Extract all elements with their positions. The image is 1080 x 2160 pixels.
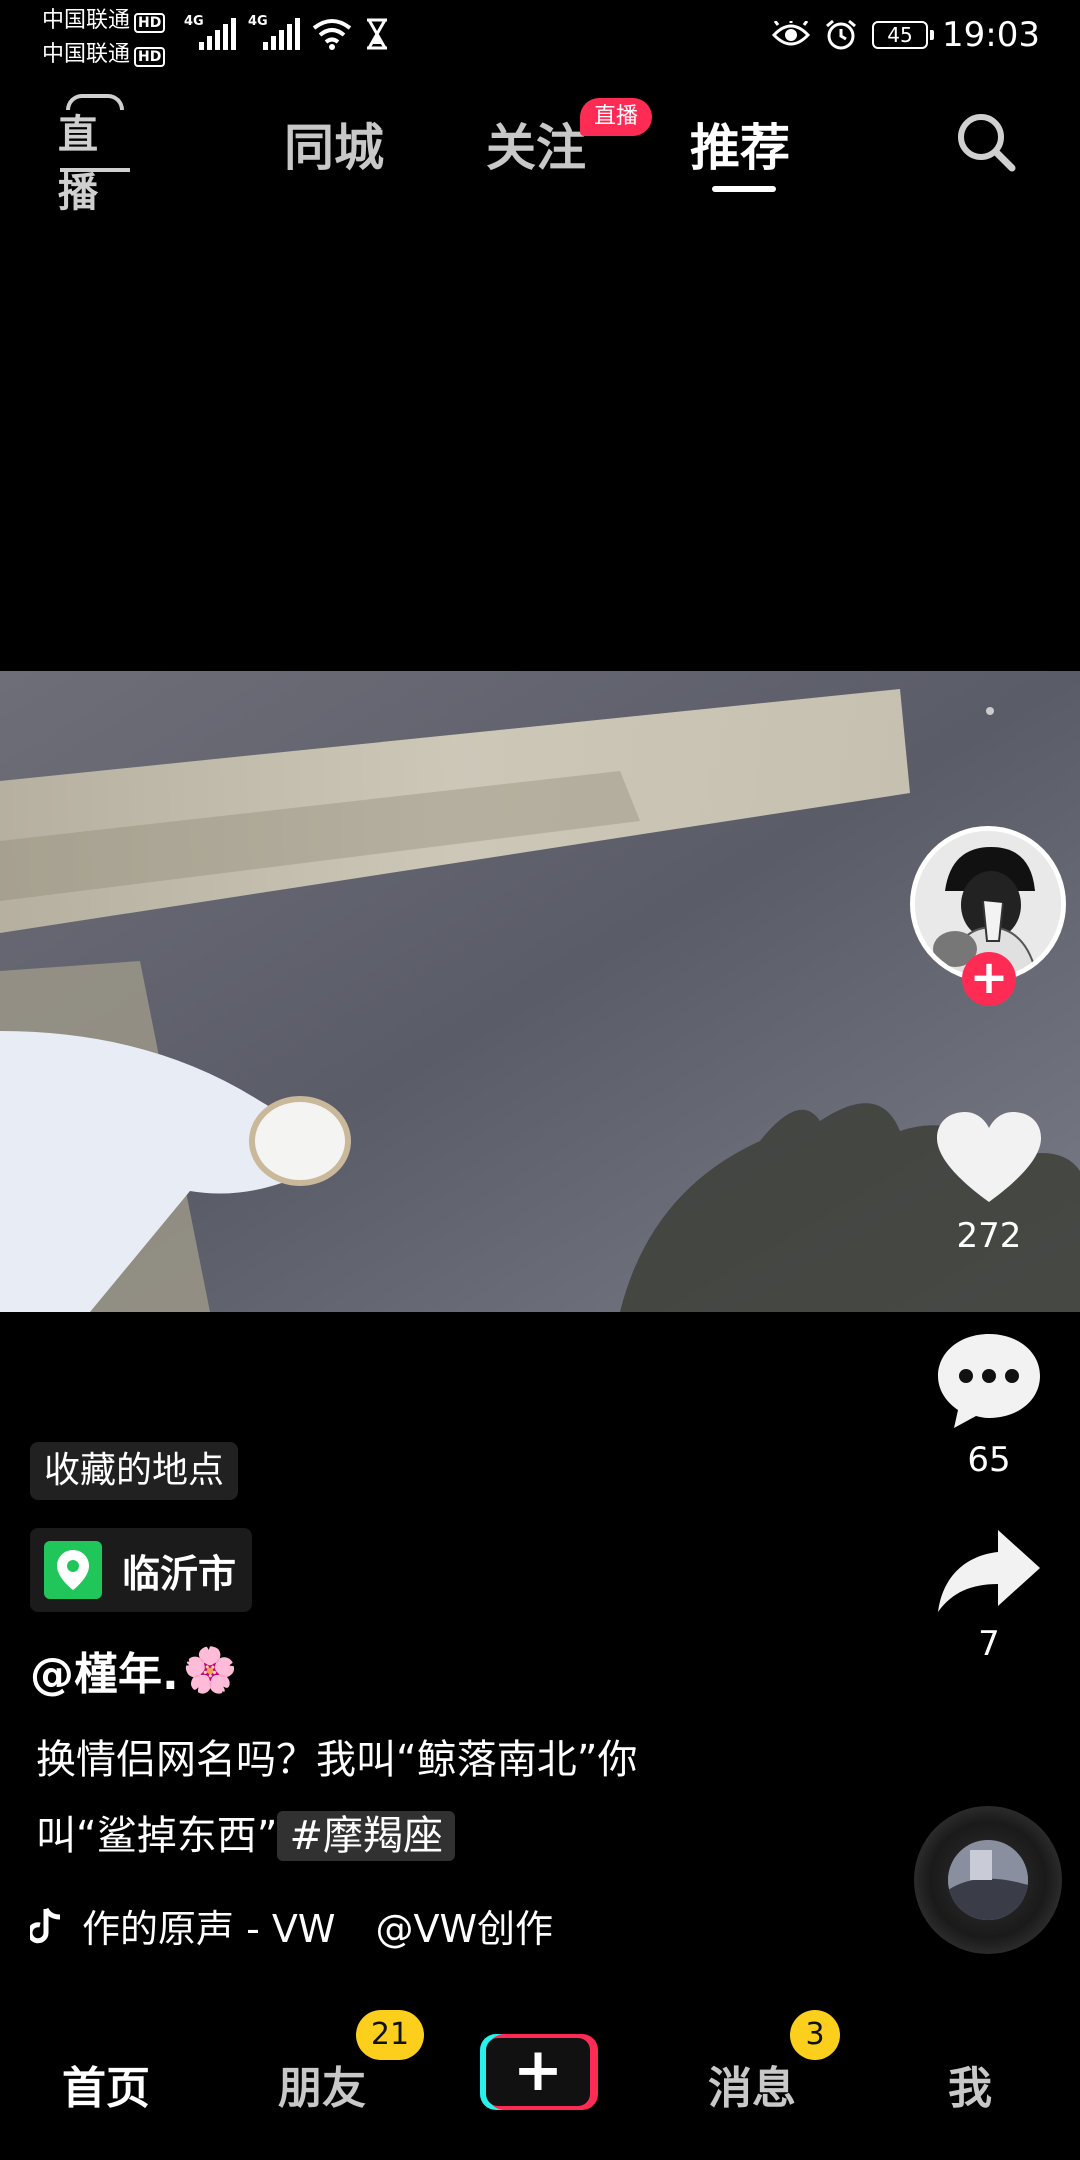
author-name[interactable]: @槿年. 🌸: [30, 1638, 238, 1702]
nav-home[interactable]: 首页: [62, 2052, 150, 2116]
location-label: 临沂市: [122, 1551, 237, 1596]
status-bar: 中国联通 HD 中国联通 HD 4G 4G 45 19:03: [0, 0, 1080, 70]
plus-icon: +: [486, 2038, 590, 2106]
description-line-2: 叫“鲨掉东西” #摩羯座: [36, 1798, 736, 1874]
comment-count: 65: [967, 1440, 1011, 1480]
signal-icon: 4G: [248, 14, 300, 50]
music-info[interactable]: 作的原声 - VW @VW创作: [30, 1898, 553, 1953]
live-badge: 直播: [580, 98, 653, 136]
tv-icon: [66, 94, 124, 110]
music-author: @VW创作: [375, 1907, 554, 1951]
eye-icon: [772, 21, 811, 46]
nav-me[interactable]: 我: [948, 2052, 992, 2116]
like-count: 272: [956, 1216, 1022, 1256]
hashtag-link[interactable]: #摩羯座: [277, 1811, 455, 1861]
music-note-icon: [30, 1907, 61, 1943]
create-button[interactable]: +: [480, 2034, 598, 2110]
share-arrow-icon: [938, 1530, 1040, 1612]
alarm-icon: [826, 19, 856, 50]
like-button[interactable]: 272: [924, 1110, 1054, 1256]
tab-nearby[interactable]: 同城: [284, 108, 384, 180]
signal-group: 4G 4G: [184, 14, 390, 50]
location-pin-icon: [44, 1541, 102, 1599]
carrier-1: 中国联通 HD: [42, 8, 166, 34]
share-button[interactable]: 7: [924, 1528, 1054, 1664]
hourglass-icon: [367, 18, 387, 50]
share-count: 7: [978, 1624, 1000, 1664]
battery-indicator: 45: [872, 21, 935, 49]
top-nav: 直播 同城 关注 直播 推荐: [0, 90, 1080, 216]
tab-indicator: [712, 186, 776, 192]
messages-badge: 3: [790, 2010, 840, 2060]
status-right: 45 19:03: [772, 10, 1040, 60]
carrier-2: 中国联通 HD: [42, 42, 166, 68]
description-line-1: 换情侣网名吗？我叫“鲸落南北”你: [36, 1737, 638, 1783]
tab-following[interactable]: 关注: [486, 108, 586, 180]
tab-recommended[interactable]: 推荐: [690, 108, 790, 180]
saved-places-tag[interactable]: 收藏的地点: [30, 1442, 239, 1500]
follow-button[interactable]: +: [962, 952, 1016, 1006]
post-description: 换情侣网名吗？我叫“鲸落南北”你 叫“鲨掉东西” #摩羯座: [36, 1722, 736, 1874]
signal-icon: 4G: [184, 14, 236, 50]
wifi-icon: [312, 19, 352, 50]
comment-button[interactable]: 65: [924, 1330, 1054, 1480]
nav-friends[interactable]: 朋友: [278, 2052, 366, 2116]
author-emoji: 🌸: [182, 1645, 238, 1696]
music-disc[interactable]: [914, 1806, 1062, 1954]
nav-messages[interactable]: 消息: [708, 2052, 796, 2116]
comment-icon: [938, 1334, 1040, 1428]
clock: 19:03: [942, 15, 1040, 55]
author-handle: @槿年.: [30, 1649, 179, 1700]
music-cover-image: [948, 1840, 1028, 1920]
live-entry-button[interactable]: 直播: [58, 94, 132, 216]
live-entry-label: 直播: [58, 112, 98, 216]
music-title: 作的原声 - VW: [82, 1907, 336, 1951]
author-avatar[interactable]: +: [910, 826, 1066, 1006]
search-icon[interactable]: [952, 108, 1020, 176]
heart-icon: [937, 1112, 1041, 1202]
friends-badge: 21: [356, 2010, 424, 2060]
location-chip[interactable]: 临沂市: [30, 1528, 253, 1612]
